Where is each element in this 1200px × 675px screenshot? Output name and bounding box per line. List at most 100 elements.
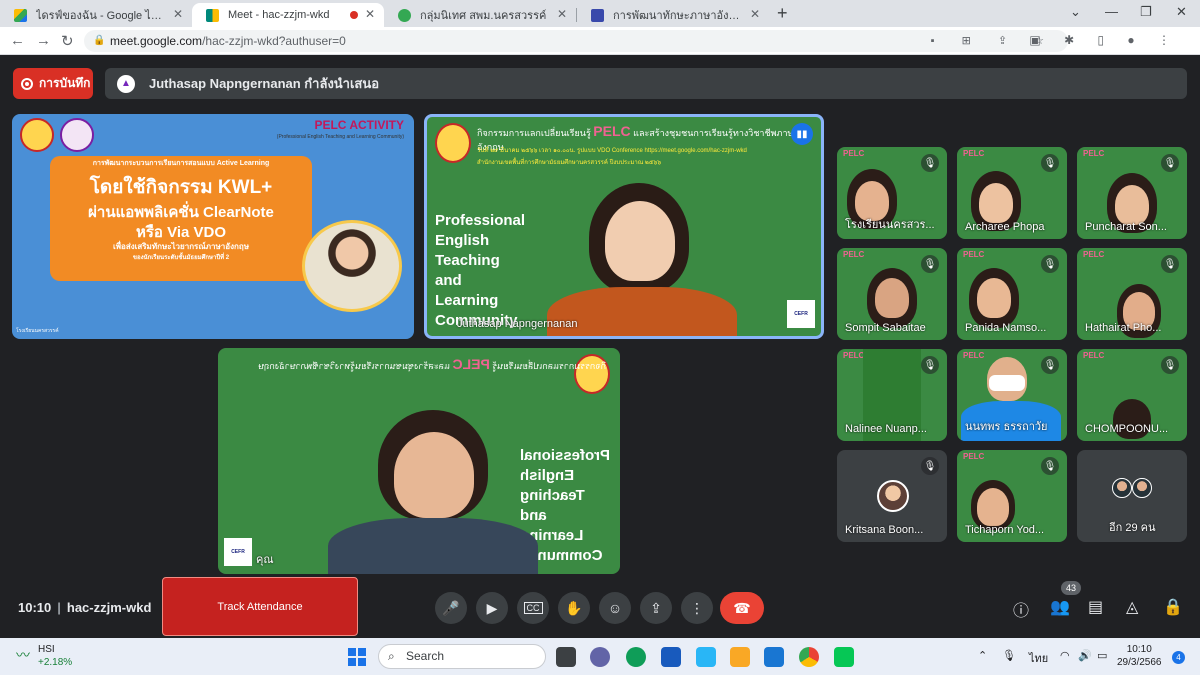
reload-icon[interactable]: ↻: [61, 32, 74, 50]
restore-icon[interactable]: ❐: [1140, 4, 1152, 20]
file-explorer-icon[interactable]: [730, 647, 750, 667]
self-video: [328, 410, 538, 574]
avatar: [1112, 478, 1132, 498]
avatar: [1132, 478, 1152, 498]
tray-chevron-icon[interactable]: ⌃: [978, 649, 987, 662]
presenter-photo: [302, 220, 402, 312]
l-app-icon[interactable]: [696, 647, 716, 667]
tab-search-chevron-icon[interactable]: ⌄: [1070, 4, 1081, 20]
participant-name: Panida Namso...: [965, 322, 1047, 334]
extension-icons[interactable]: ▣ ✱ ▯ ● ⋮: [1029, 33, 1180, 47]
line-icon[interactable]: [834, 647, 854, 667]
stock-widget[interactable]: 〰 HSI +2.18%: [16, 643, 72, 669]
meeting-code: hac-zzjm-wkd: [66, 600, 152, 615]
track-attendance-button[interactable]: Track Attendance: [162, 577, 358, 636]
present-button[interactable]: ⇪: [640, 592, 672, 624]
participant-name: Archaree Phopa: [965, 221, 1045, 233]
tab-label: กลุ่มนิเทศ สพม.นครสวรรค์: [420, 10, 547, 22]
edge-icon[interactable]: [626, 647, 646, 667]
task-view-icon[interactable]: [556, 647, 576, 667]
more-participants-tile[interactable]: อีก 29 คน: [1077, 450, 1187, 542]
window-close-icon[interactable]: ✕: [1176, 4, 1187, 20]
more-vert-icon: ⋮: [690, 599, 704, 616]
mic-off-icon: 🎙: [1041, 154, 1059, 172]
people-icon[interactable]: 👥: [1050, 597, 1070, 617]
captions-button[interactable]: CC: [517, 592, 549, 624]
participant-tile[interactable]: PELC 🎙 Puncharat Son...: [1077, 147, 1187, 239]
windows-start-icon[interactable]: [348, 648, 366, 666]
presenter-big-text: Professional English Teaching and Learni…: [435, 212, 526, 329]
stock-trend-icon: 〰: [16, 647, 30, 663]
participant-tile[interactable]: PELC 🎙 Archaree Phopa: [957, 147, 1067, 239]
globe-icon: [398, 9, 411, 22]
microphone-button[interactable]: 🎤: [435, 592, 467, 624]
speaking-indicator-icon: ▮▮: [791, 123, 813, 145]
battery-icon[interactable]: ▭: [1097, 649, 1107, 662]
participant-name: Puncharat Son...: [1085, 221, 1167, 233]
close-icon[interactable]: ✕: [173, 7, 183, 21]
new-tab-button[interactable]: +: [777, 3, 788, 24]
word-icon[interactable]: [661, 647, 681, 667]
mic-off-icon: 🎙: [921, 356, 939, 374]
chat-icon[interactable]: ▤: [1088, 597, 1103, 617]
participant-name: Tichaporn Yod...: [965, 524, 1045, 536]
participant-tile[interactable]: PELC 🎙 นนทพร ธรรถาวัย: [957, 349, 1067, 441]
taskbar-search[interactable]: ⌕ Search: [378, 644, 546, 669]
participant-name: Kritsana Boon...: [845, 524, 924, 536]
camera-button[interactable]: ▶: [476, 592, 508, 624]
pelc-tag: PELC: [963, 149, 985, 158]
participant-name: คุณ: [256, 554, 274, 566]
meeting-info: 10:10 | hac-zzjm-wkd: [18, 600, 152, 615]
notification-badge[interactable]: 4: [1172, 651, 1185, 664]
volume-icon[interactable]: 🔊: [1078, 649, 1092, 662]
presenter-tile[interactable]: กิจกรรมการแลกเปลี่ยนเรียนรู้ PELC และสร้…: [424, 114, 824, 339]
url-host: meet.google.com: [110, 34, 203, 48]
presenter-video: [537, 177, 747, 336]
more-options-button[interactable]: ⋮: [681, 592, 713, 624]
close-icon[interactable]: ✕: [557, 7, 567, 21]
pelc-tag: PELC: [963, 452, 985, 461]
close-icon[interactable]: ✕: [750, 7, 760, 21]
mail-icon[interactable]: [764, 647, 784, 667]
mic-tray-icon[interactable]: 🎙: [1002, 649, 1016, 662]
taskbar-clock[interactable]: 10:10 29/3/2566: [1117, 643, 1162, 669]
chrome-icon[interactable]: [799, 647, 819, 667]
presenter-sub-2: สำนักงานเขตพื้นที่การศึกษามัธยมศึกษานครส…: [477, 160, 662, 166]
mirrored-header: กิจกรรมการแลกเปลี่ยนเรียนรู้ PELC และสร้…: [258, 356, 607, 372]
tab-drive[interactable]: ไดรฟ์ของฉัน - Google ไดรฟ์ ✕: [0, 3, 192, 27]
slide-line-2: โดยใช้กิจกรรม KWL+: [89, 177, 273, 198]
minimize-icon[interactable]: —: [1105, 4, 1118, 19]
host-controls-icon[interactable]: 🔒: [1163, 597, 1183, 617]
teams-chat-icon[interactable]: [590, 647, 610, 667]
participant-tile[interactable]: PELC 🎙 CHOMPOONU...: [1077, 349, 1187, 441]
participant-tile[interactable]: PELC 🎙 Sompit Sabaitae: [837, 248, 947, 340]
lock-icon: 🔒: [93, 35, 106, 46]
meet-icon: [206, 9, 219, 22]
participant-tile[interactable]: PELC 🎙 Nalinee Nuanp...: [837, 349, 947, 441]
raise-hand-button[interactable]: ✋: [558, 592, 590, 624]
participant-tile[interactable]: PELC 🎙 Panida Namso...: [957, 248, 1067, 340]
shared-slide[interactable]: PELC ACTIVITY (Professional English Teac…: [12, 114, 414, 339]
close-icon[interactable]: ✕: [365, 7, 375, 21]
participant-tile[interactable]: PELC 🎙 โรงเรียนนครสวร...: [837, 147, 947, 239]
activities-icon[interactable]: ◬: [1126, 597, 1138, 617]
recording-button[interactable]: การบันทึก: [13, 68, 93, 99]
reactions-button[interactable]: ☺: [599, 592, 631, 624]
pelc-tag: PELC: [963, 250, 985, 259]
tab-forms[interactable]: การพัฒนาทักษะภาษาอังกฤษ English ✕: [577, 3, 769, 27]
recording-dot-icon: [350, 11, 358, 19]
tab-meet[interactable]: Meet - hac-zzjm-wkd ✕: [192, 3, 384, 27]
forward-arrow-icon[interactable]: →: [36, 32, 51, 49]
address-bar[interactable]: 🔒 meet.google.com/hac-zzjm-wkd?authuser=…: [84, 30, 1068, 52]
tab-supervision[interactable]: กลุ่มนิเทศ สพม.นครสวรรค์ ✕: [384, 3, 576, 27]
wifi-icon[interactable]: ◠: [1060, 649, 1070, 662]
input-language[interactable]: ไทย: [1029, 649, 1048, 667]
participant-tile[interactable]: PELC 🎙 Tichaporn Yod...: [957, 450, 1067, 542]
self-view-tile[interactable]: กิจกรรมการแลกเปลี่ยนเรียนรู้ PELC และสร้…: [218, 348, 620, 574]
record-icon: [21, 77, 33, 90]
info-icon[interactable]: ⓘ: [1013, 597, 1029, 621]
leave-call-button[interactable]: ☎: [720, 592, 764, 624]
participant-tile[interactable]: PELC 🎙 Hathairat Pho...: [1077, 248, 1187, 340]
participant-tile[interactable]: 🎙 Kritsana Boon...: [837, 450, 947, 542]
back-arrow-icon[interactable]: ←: [10, 32, 25, 49]
